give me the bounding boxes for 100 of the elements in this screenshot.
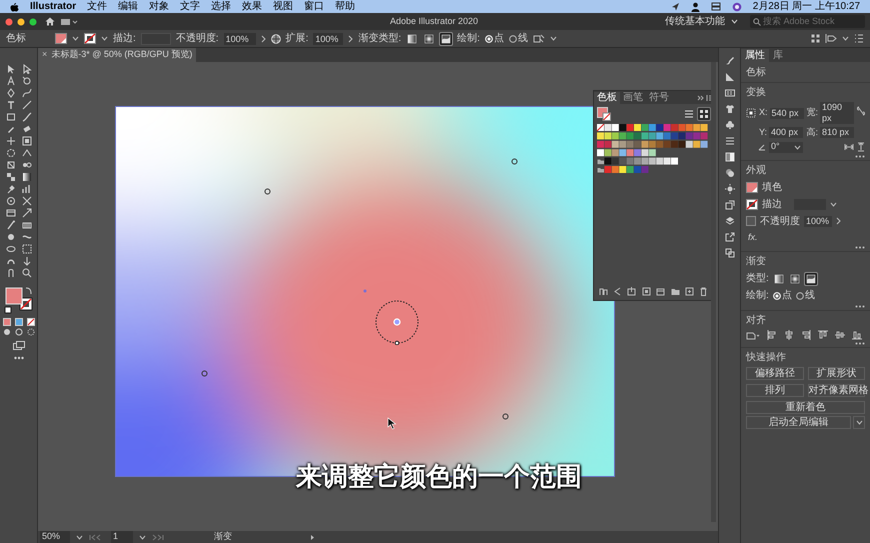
view-mode-button[interactable] [683, 108, 695, 120]
opacity-field[interactable]: 100% [224, 32, 256, 44]
fill-stroke-swatches-icon[interactable] [4, 286, 34, 316]
chevron-down-icon[interactable] [830, 202, 837, 206]
list-icon[interactable] [854, 34, 864, 43]
quick-action-button[interactable]: 扩展形状 [808, 367, 865, 380]
radio-option[interactable]: 点 [484, 31, 504, 46]
align-icon[interactable] [818, 330, 828, 340]
flip-vertical-icon[interactable] [857, 142, 865, 152]
tool-icon[interactable] [6, 76, 16, 86]
chevron-down-icon[interactable] [139, 534, 146, 540]
menu-item[interactable]: 窗口 [304, 0, 324, 14]
panel-tab[interactable]: 属性 [741, 49, 769, 62]
reference-point-icon[interactable] [746, 108, 756, 118]
import-icon[interactable] [627, 286, 636, 296]
swatches-icon[interactable] [724, 88, 734, 98]
panel-tab[interactable]: 画笔 [620, 92, 646, 104]
chevron-down-icon[interactable] [842, 36, 849, 41]
color-stop-point[interactable] [264, 188, 270, 194]
tool-icon[interactable] [6, 196, 16, 206]
layout-menu-icon[interactable] [61, 18, 79, 26]
fill-swatch[interactable] [746, 182, 758, 192]
more-icon[interactable] [14, 356, 24, 360]
close-button[interactable]: × [42, 48, 48, 62]
chevron-right-icon[interactable] [348, 34, 354, 42]
apple-logo-icon[interactable] [10, 2, 19, 12]
tool-icon[interactable] [22, 172, 32, 182]
view-mode-button[interactable] [698, 108, 710, 120]
gradient-type-button[interactable] [788, 272, 801, 284]
send-icon[interactable] [670, 2, 680, 11]
color-mode-icon[interactable] [2, 318, 10, 326]
transform-field[interactable]: 540 px [770, 108, 804, 118]
align-icon[interactable] [852, 330, 862, 340]
menu-item[interactable]: 文件 [87, 0, 108, 14]
layers-icon[interactable] [724, 216, 734, 226]
align-icon[interactable] [825, 34, 837, 43]
stroke-swatch[interactable] [746, 198, 758, 210]
tool-icon[interactable] [22, 76, 32, 86]
gradient-type-button[interactable] [423, 32, 436, 44]
tool-icon[interactable] [6, 208, 16, 218]
selected-color-stop[interactable] [374, 299, 420, 345]
panel-tab[interactable]: 符号 [646, 92, 672, 104]
transform-field[interactable]: 400 px [769, 127, 803, 138]
quick-action-button[interactable]: 启动全局编辑 [746, 416, 851, 429]
fill-swatch[interactable] [55, 33, 67, 44]
home-icon[interactable] [45, 17, 55, 26]
export-icon[interactable] [724, 232, 734, 242]
menu-item[interactable]: 效果 [242, 0, 262, 14]
chevron-right-icon[interactable] [836, 217, 841, 225]
opacity-field[interactable]: 100% [804, 216, 832, 226]
club-icon[interactable] [724, 120, 734, 130]
chevron-down-icon[interactable] [731, 19, 738, 24]
play-icon[interactable] [310, 534, 315, 540]
color-stop-point[interactable] [200, 370, 208, 376]
tool-icon[interactable] [6, 172, 16, 182]
transform-field[interactable]: 810 px [820, 127, 854, 138]
search-field[interactable]: 搜索 Adobe Stock [750, 15, 865, 28]
chevron-down-icon[interactable] [72, 36, 79, 41]
radio-option[interactable]: 线 [508, 31, 528, 46]
none-mode-icon[interactable] [26, 318, 34, 326]
effects-button[interactable]: fx. [746, 230, 865, 244]
quick-action-button[interactable]: 重新着色 [746, 401, 865, 414]
gradient-mode-icon[interactable] [14, 318, 22, 326]
tool-icon[interactable] [22, 256, 32, 266]
grid-icon[interactable] [811, 34, 820, 43]
tshirt-icon[interactable] [724, 104, 734, 114]
stroke-swatch[interactable] [84, 33, 96, 44]
page-field[interactable]: 1 [111, 530, 133, 543]
color-stop-point[interactable] [510, 158, 518, 164]
zoom-field[interactable]: 50% [40, 530, 70, 543]
chevron-down-icon[interactable] [101, 36, 108, 41]
flip-horizontal-icon[interactable] [844, 143, 854, 151]
align-icon[interactable] [835, 330, 845, 340]
sun-icon[interactable] [724, 184, 734, 194]
color-group-icon[interactable] [656, 286, 666, 296]
tool-icon[interactable] [22, 184, 32, 194]
brush-icon[interactable] [724, 56, 734, 66]
menu-item[interactable]: 选择 [211, 0, 232, 14]
storage-icon[interactable] [710, 2, 721, 11]
transform-icon[interactable] [724, 200, 734, 210]
gradient-type-button[interactable] [804, 272, 817, 284]
folder-icon[interactable] [670, 286, 680, 296]
quick-action-button[interactable]: 偏移路径 [746, 367, 804, 380]
tool-icon[interactable] [22, 208, 32, 218]
tool-icon[interactable] [6, 220, 16, 230]
tool-icon[interactable] [22, 220, 32, 230]
app-menu[interactable]: Illustrator [30, 0, 76, 14]
gradient-icon[interactable] [724, 72, 734, 82]
transform-field[interactable]: 1090 px [820, 102, 854, 124]
quick-action-button[interactable]: 排列 [746, 384, 804, 397]
spheres-icon[interactable] [724, 168, 734, 178]
delete-icon[interactable] [699, 286, 708, 296]
tool-icon[interactable] [6, 136, 16, 146]
align-icon[interactable] [801, 330, 811, 340]
link-icon[interactable] [857, 106, 865, 116]
workspace-switcher[interactable]: 传统基本功能 [665, 14, 725, 29]
artboards-icon[interactable] [724, 248, 734, 258]
color-swatches-drawing[interactable] [597, 124, 709, 174]
menu-item[interactable]: 编辑 [118, 0, 138, 14]
new-swatch-icon[interactable] [684, 286, 694, 296]
